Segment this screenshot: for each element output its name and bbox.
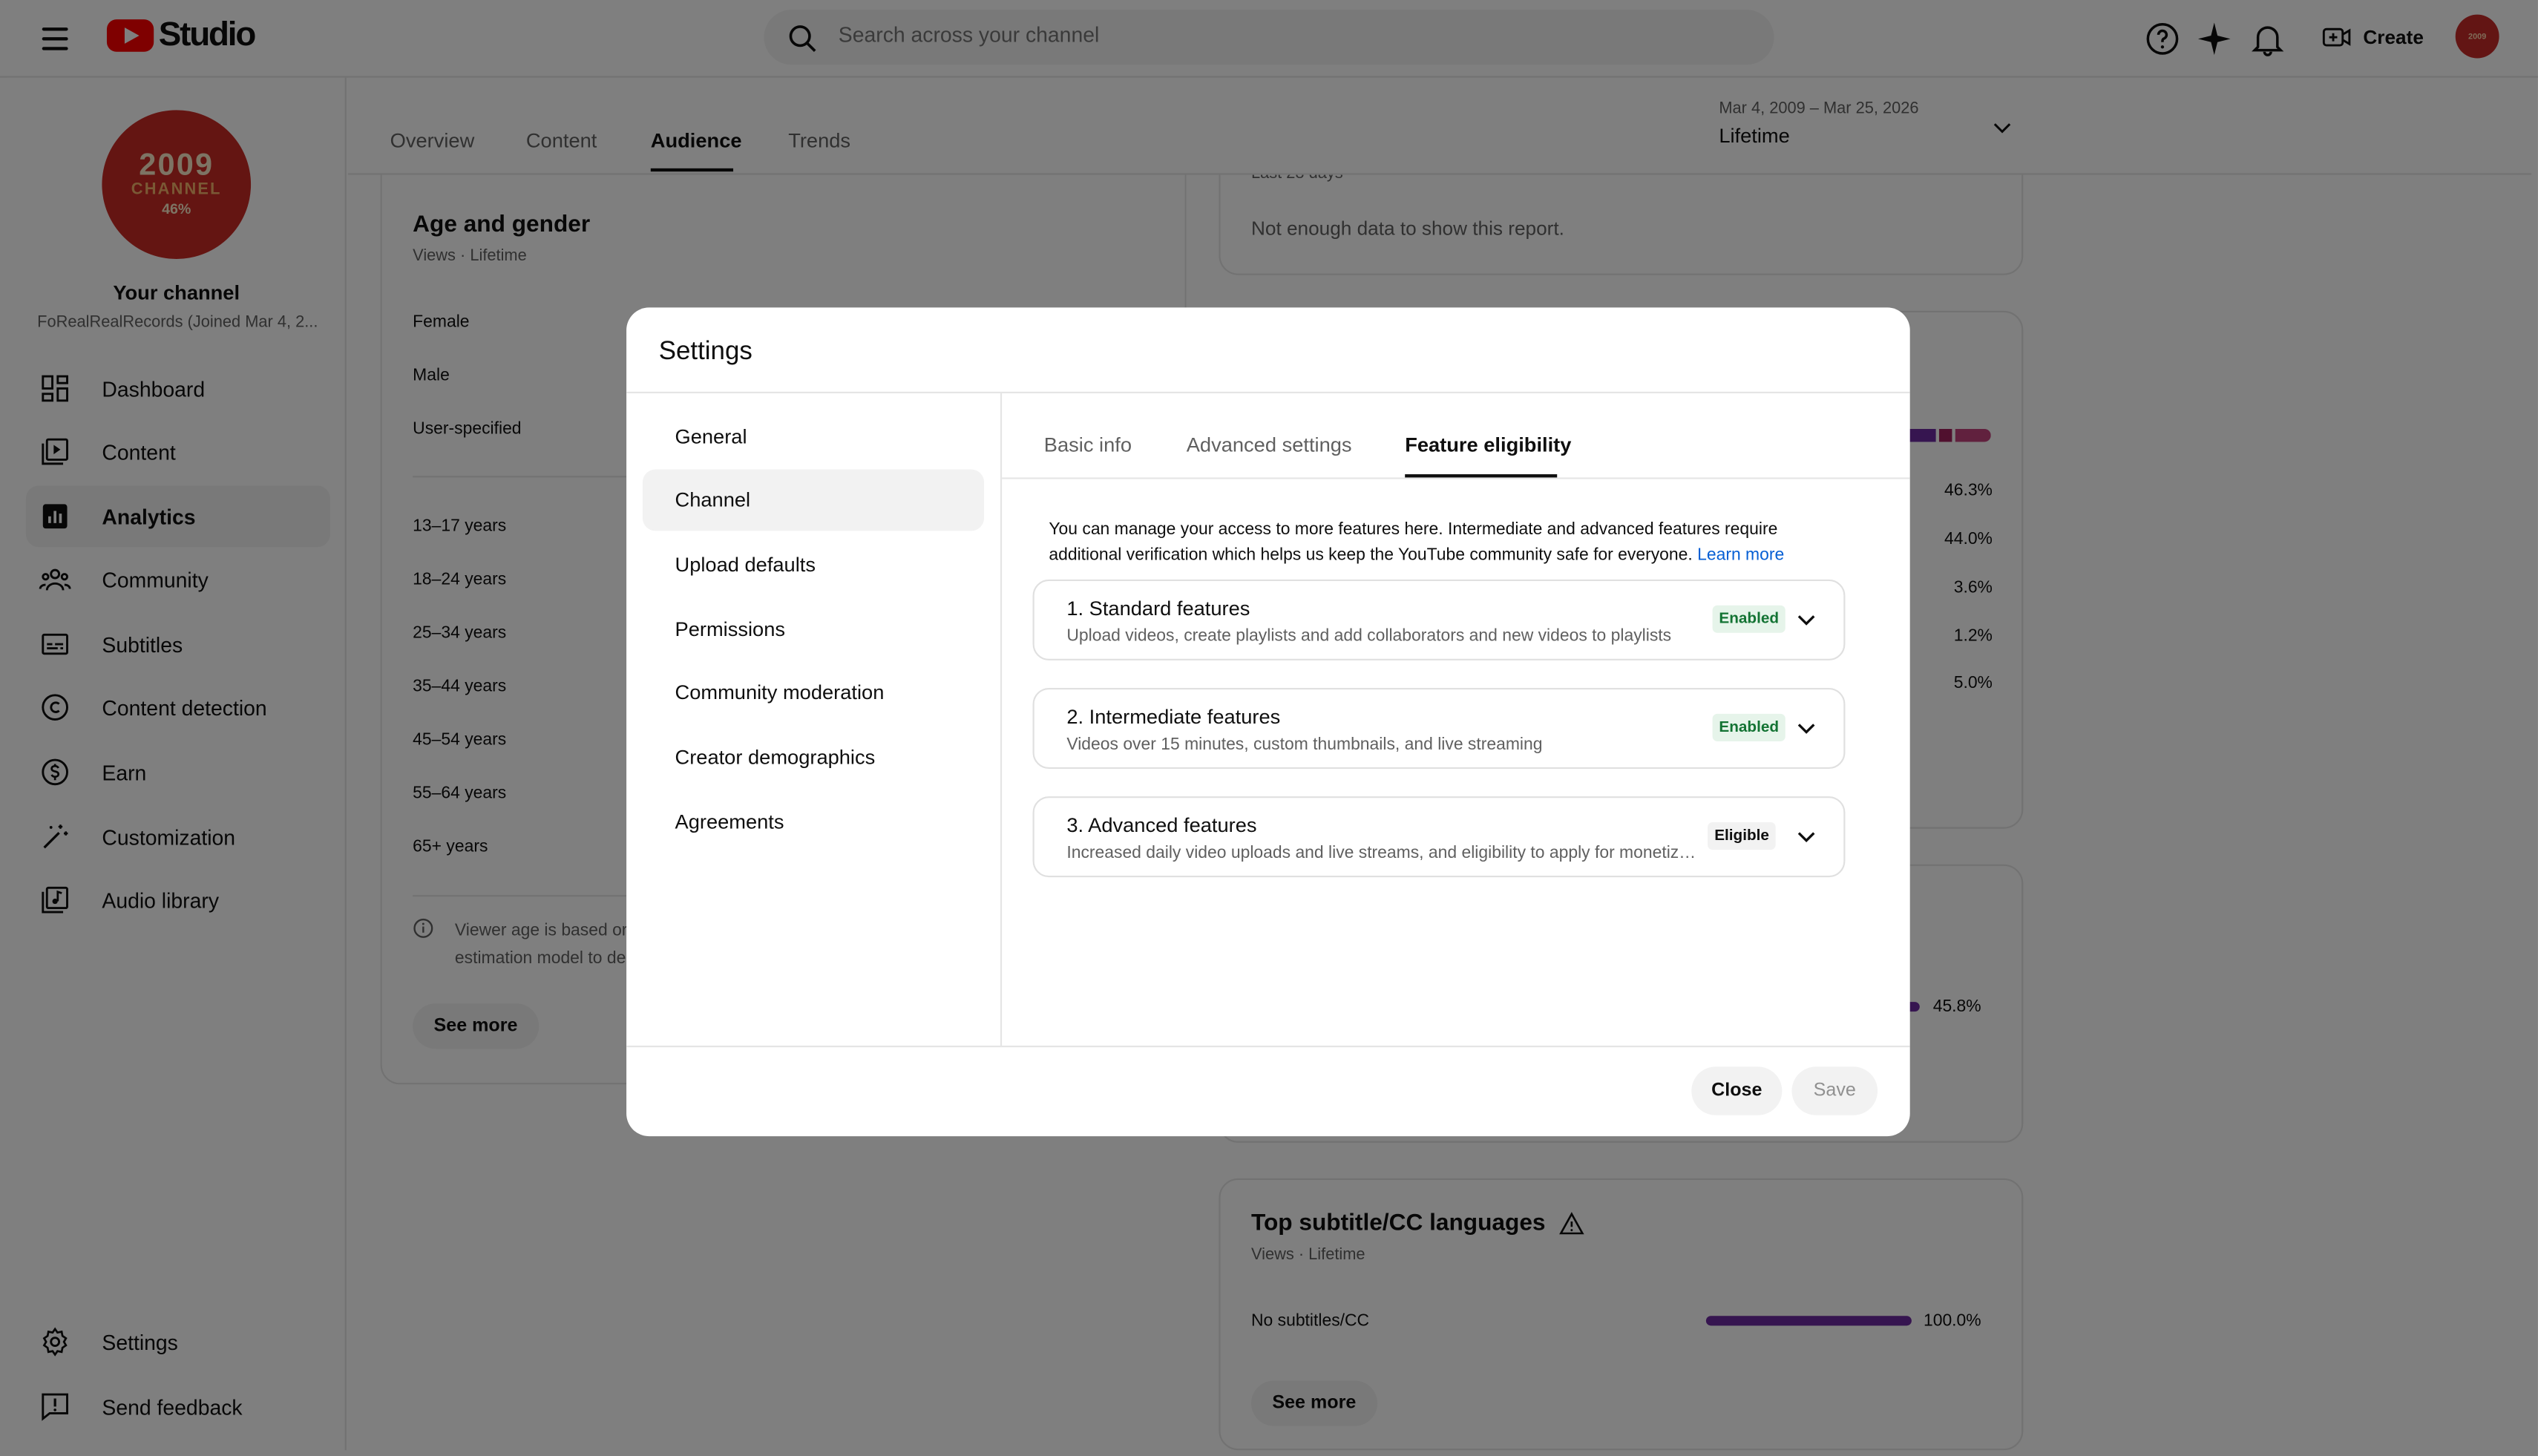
- settings-nav-general[interactable]: General: [643, 406, 984, 468]
- youtube-studio-app: Studio Create 2009 2009 CHANNEL 46% Your…: [0, 0, 2538, 1456]
- chevron-down-icon[interactable]: [1795, 717, 1818, 740]
- feature-description: Increased daily video uploads and live s…: [1066, 843, 1705, 863]
- dialog-title: Settings: [658, 338, 752, 366]
- learn-more-link[interactable]: Learn more: [1697, 545, 1784, 565]
- status-badge: Enabled: [1712, 713, 1786, 741]
- chevron-down-icon[interactable]: [1795, 609, 1818, 632]
- feature-intro-text: You can manage your access to more featu…: [1049, 519, 1785, 565]
- feature-description: Videos over 15 minutes, custom thumbnail…: [1066, 735, 1543, 755]
- settings-nav-upload-defaults[interactable]: Upload defaults: [643, 534, 984, 596]
- status-badge: Eligible: [1708, 822, 1776, 850]
- tab-advanced-settings[interactable]: Advanced settings: [1187, 434, 1352, 457]
- tab-feature-eligibility[interactable]: Feature eligibility: [1405, 434, 1571, 457]
- feature-row-standard[interactable]: 1. Standard features Upload videos, crea…: [1032, 579, 1846, 660]
- status-badge: Enabled: [1712, 605, 1786, 633]
- settings-nav-agreements[interactable]: Agreements: [643, 792, 984, 853]
- active-tab-indicator: [1405, 474, 1558, 478]
- divider: [1000, 393, 1003, 1046]
- feature-row-intermediate[interactable]: 2. Intermediate features Videos over 15 …: [1032, 687, 1846, 770]
- feature-row-advanced[interactable]: 3. Advanced features Increased daily vid…: [1032, 796, 1846, 878]
- chevron-down-icon[interactable]: [1795, 825, 1818, 848]
- feature-title: 2. Intermediate features: [1066, 705, 1281, 729]
- divider: [626, 1045, 1910, 1048]
- settings-nav-community-moderation[interactable]: Community moderation: [643, 662, 984, 724]
- settings-nav-channel[interactable]: Channel: [642, 469, 985, 531]
- feature-title: 1. Standard features: [1066, 597, 1250, 620]
- divider: [626, 391, 1910, 394]
- save-button[interactable]: Save: [1791, 1066, 1878, 1115]
- close-button[interactable]: Close: [1691, 1066, 1783, 1115]
- divider: [1002, 477, 1910, 479]
- feature-description: Upload videos, create playlists and add …: [1066, 626, 1672, 646]
- feature-title: 3. Advanced features: [1066, 814, 1257, 837]
- settings-dialog: Settings General Channel Upload defaults…: [626, 307, 1910, 1137]
- settings-nav-permissions[interactable]: Permissions: [643, 599, 984, 660]
- tab-basic-info[interactable]: Basic info: [1044, 434, 1132, 457]
- settings-nav-creator-demographics[interactable]: Creator demographics: [643, 727, 984, 788]
